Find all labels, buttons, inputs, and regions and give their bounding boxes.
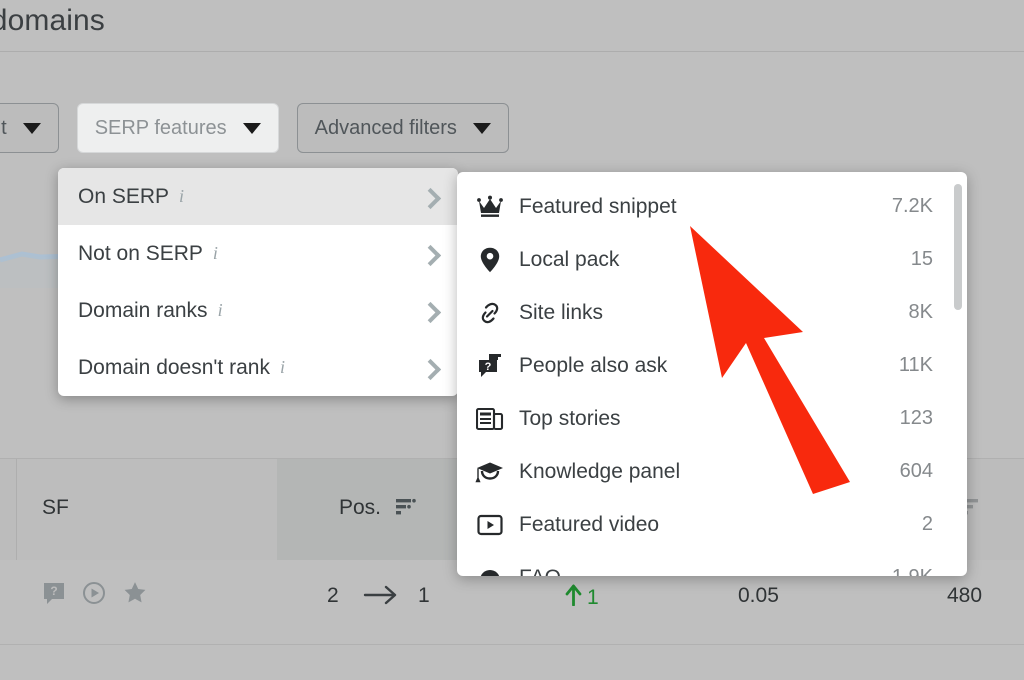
info-icon[interactable]: i	[179, 186, 184, 207]
filter-button-advanced-filters-label: Advanced filters	[314, 116, 457, 139]
svg-text:?: ?	[485, 361, 492, 373]
info-icon[interactable]: i	[218, 300, 223, 321]
chevron-right-icon	[419, 358, 442, 380]
serp-features-submenu: Featured snippet 7.2K Local pack 15 Site…	[457, 172, 967, 576]
submenu-scrollbar[interactable]	[954, 184, 962, 564]
submenu-item-top-stories[interactable]: Top stories 123	[457, 392, 967, 445]
menu-item-label: Domain doesn't rank	[78, 355, 270, 379]
chevron-down-icon	[472, 122, 491, 134]
table-header-pos[interactable]: Pos.	[339, 496, 381, 520]
submenu-item-label: Top stories	[519, 406, 621, 430]
graduation-cap-icon	[473, 460, 507, 484]
submenu-item-site-links[interactable]: Site links 8K	[457, 286, 967, 339]
filter-toolbar: nt SERP features Advanced filters	[0, 103, 509, 153]
filter-button-advanced-filters[interactable]: Advanced filters	[296, 103, 509, 153]
table-cell-pos-from: 2	[327, 584, 339, 607]
faq-icon	[473, 566, 507, 576]
chevron-right-icon	[419, 244, 442, 266]
filter-button-serp-features-label: SERP features	[94, 116, 227, 139]
chevron-right-icon	[419, 187, 442, 209]
serp-features-list: Featured snippet 7.2K Local pack 15 Site…	[457, 172, 967, 576]
info-icon[interactable]: i	[213, 243, 218, 264]
submenu-item-featured-snippet[interactable]: Featured snippet 7.2K	[457, 180, 967, 233]
menu-item-label: Not on SERP	[78, 241, 203, 265]
arrow-up-icon	[565, 584, 582, 612]
menu-item-domain-ranks[interactable]: Domain ranks i	[58, 282, 458, 339]
menu-item-not-on-serp[interactable]: Not on SERP i	[58, 225, 458, 282]
crown-icon	[473, 195, 507, 219]
table-header-sf[interactable]: SF	[42, 496, 69, 520]
submenu-scrollbar-thumb[interactable]	[954, 184, 962, 310]
filter-button-intent-label: nt	[0, 116, 7, 139]
submenu-item-label: People also ask	[519, 353, 668, 377]
submenu-item-local-pack[interactable]: Local pack 15	[457, 233, 967, 286]
filter-button-serp-features[interactable]: SERP features	[76, 103, 279, 153]
arrow-right-icon	[363, 582, 401, 614]
question-bubble-icon: ?	[473, 353, 507, 379]
submenu-item-count: 123	[899, 407, 933, 429]
submenu-item-people-also-ask[interactable]: ? People also ask 11K	[457, 339, 967, 392]
submenu-item-label: Site links	[519, 300, 604, 324]
submenu-item-label: Local pack	[519, 247, 620, 271]
table-cell-pos-delta-value: 1	[587, 586, 599, 609]
submenu-item-count: 8K	[908, 301, 933, 323]
chevron-down-icon	[242, 122, 261, 134]
submenu-item-faq[interactable]: FAQ 1.9K	[457, 551, 967, 576]
submenu-item-label: Featured video	[519, 512, 660, 536]
table-cell-volume: 480	[947, 584, 983, 607]
submenu-item-count: 7.2K	[891, 195, 933, 217]
submenu-item-knowledge-panel[interactable]: Knowledge panel 604	[457, 445, 967, 498]
chevron-right-icon	[419, 301, 442, 323]
star-icon[interactable]	[122, 580, 148, 610]
menu-item-domain-doesnt-rank[interactable]: Domain doesn't rank i	[58, 339, 458, 396]
submenu-item-label: Featured snippet	[519, 194, 677, 218]
table-cell-kd: 0.05	[738, 584, 779, 607]
menu-item-on-serp[interactable]: On SERP i	[58, 168, 458, 225]
question-bubble-icon[interactable]: ?	[42, 581, 66, 610]
submenu-item-count: 604	[899, 460, 933, 482]
header-divider	[0, 51, 1024, 52]
submenu-item-count: 11K	[898, 354, 933, 376]
sort-icon[interactable]	[396, 497, 418, 522]
link-icon	[473, 300, 507, 326]
submenu-item-count: 2	[921, 513, 933, 535]
sort-icon-svg	[396, 498, 416, 515]
info-icon[interactable]: i	[280, 357, 285, 378]
table-cell-sf-icons: ?	[42, 580, 148, 610]
table-cell-pos-delta: 1	[565, 584, 599, 612]
submenu-item-count: 1.9K	[892, 566, 933, 576]
play-box-icon	[473, 513, 507, 537]
table-cell-pos-to: 1	[418, 584, 430, 607]
newspaper-icon	[473, 407, 507, 431]
submenu-item-featured-video[interactable]: Featured video 2	[457, 498, 967, 551]
svg-text:?: ?	[50, 584, 57, 598]
submenu-item-label: FAQ	[507, 566, 892, 577]
play-circle-icon[interactable]	[82, 581, 106, 610]
map-pin-icon	[473, 247, 507, 273]
chevron-down-icon	[22, 122, 41, 134]
submenu-item-count: 15	[910, 248, 933, 270]
filter-button-intent[interactable]: nt	[0, 103, 59, 153]
menu-item-label: On SERP	[78, 184, 170, 208]
filter-dropdown-menu: On SERP i Not on SERP i Domain ranks i D…	[58, 168, 458, 396]
page-title: odomains	[0, 4, 105, 37]
submenu-item-label: Knowledge panel	[519, 459, 681, 483]
menu-item-label: Domain ranks	[78, 298, 208, 322]
